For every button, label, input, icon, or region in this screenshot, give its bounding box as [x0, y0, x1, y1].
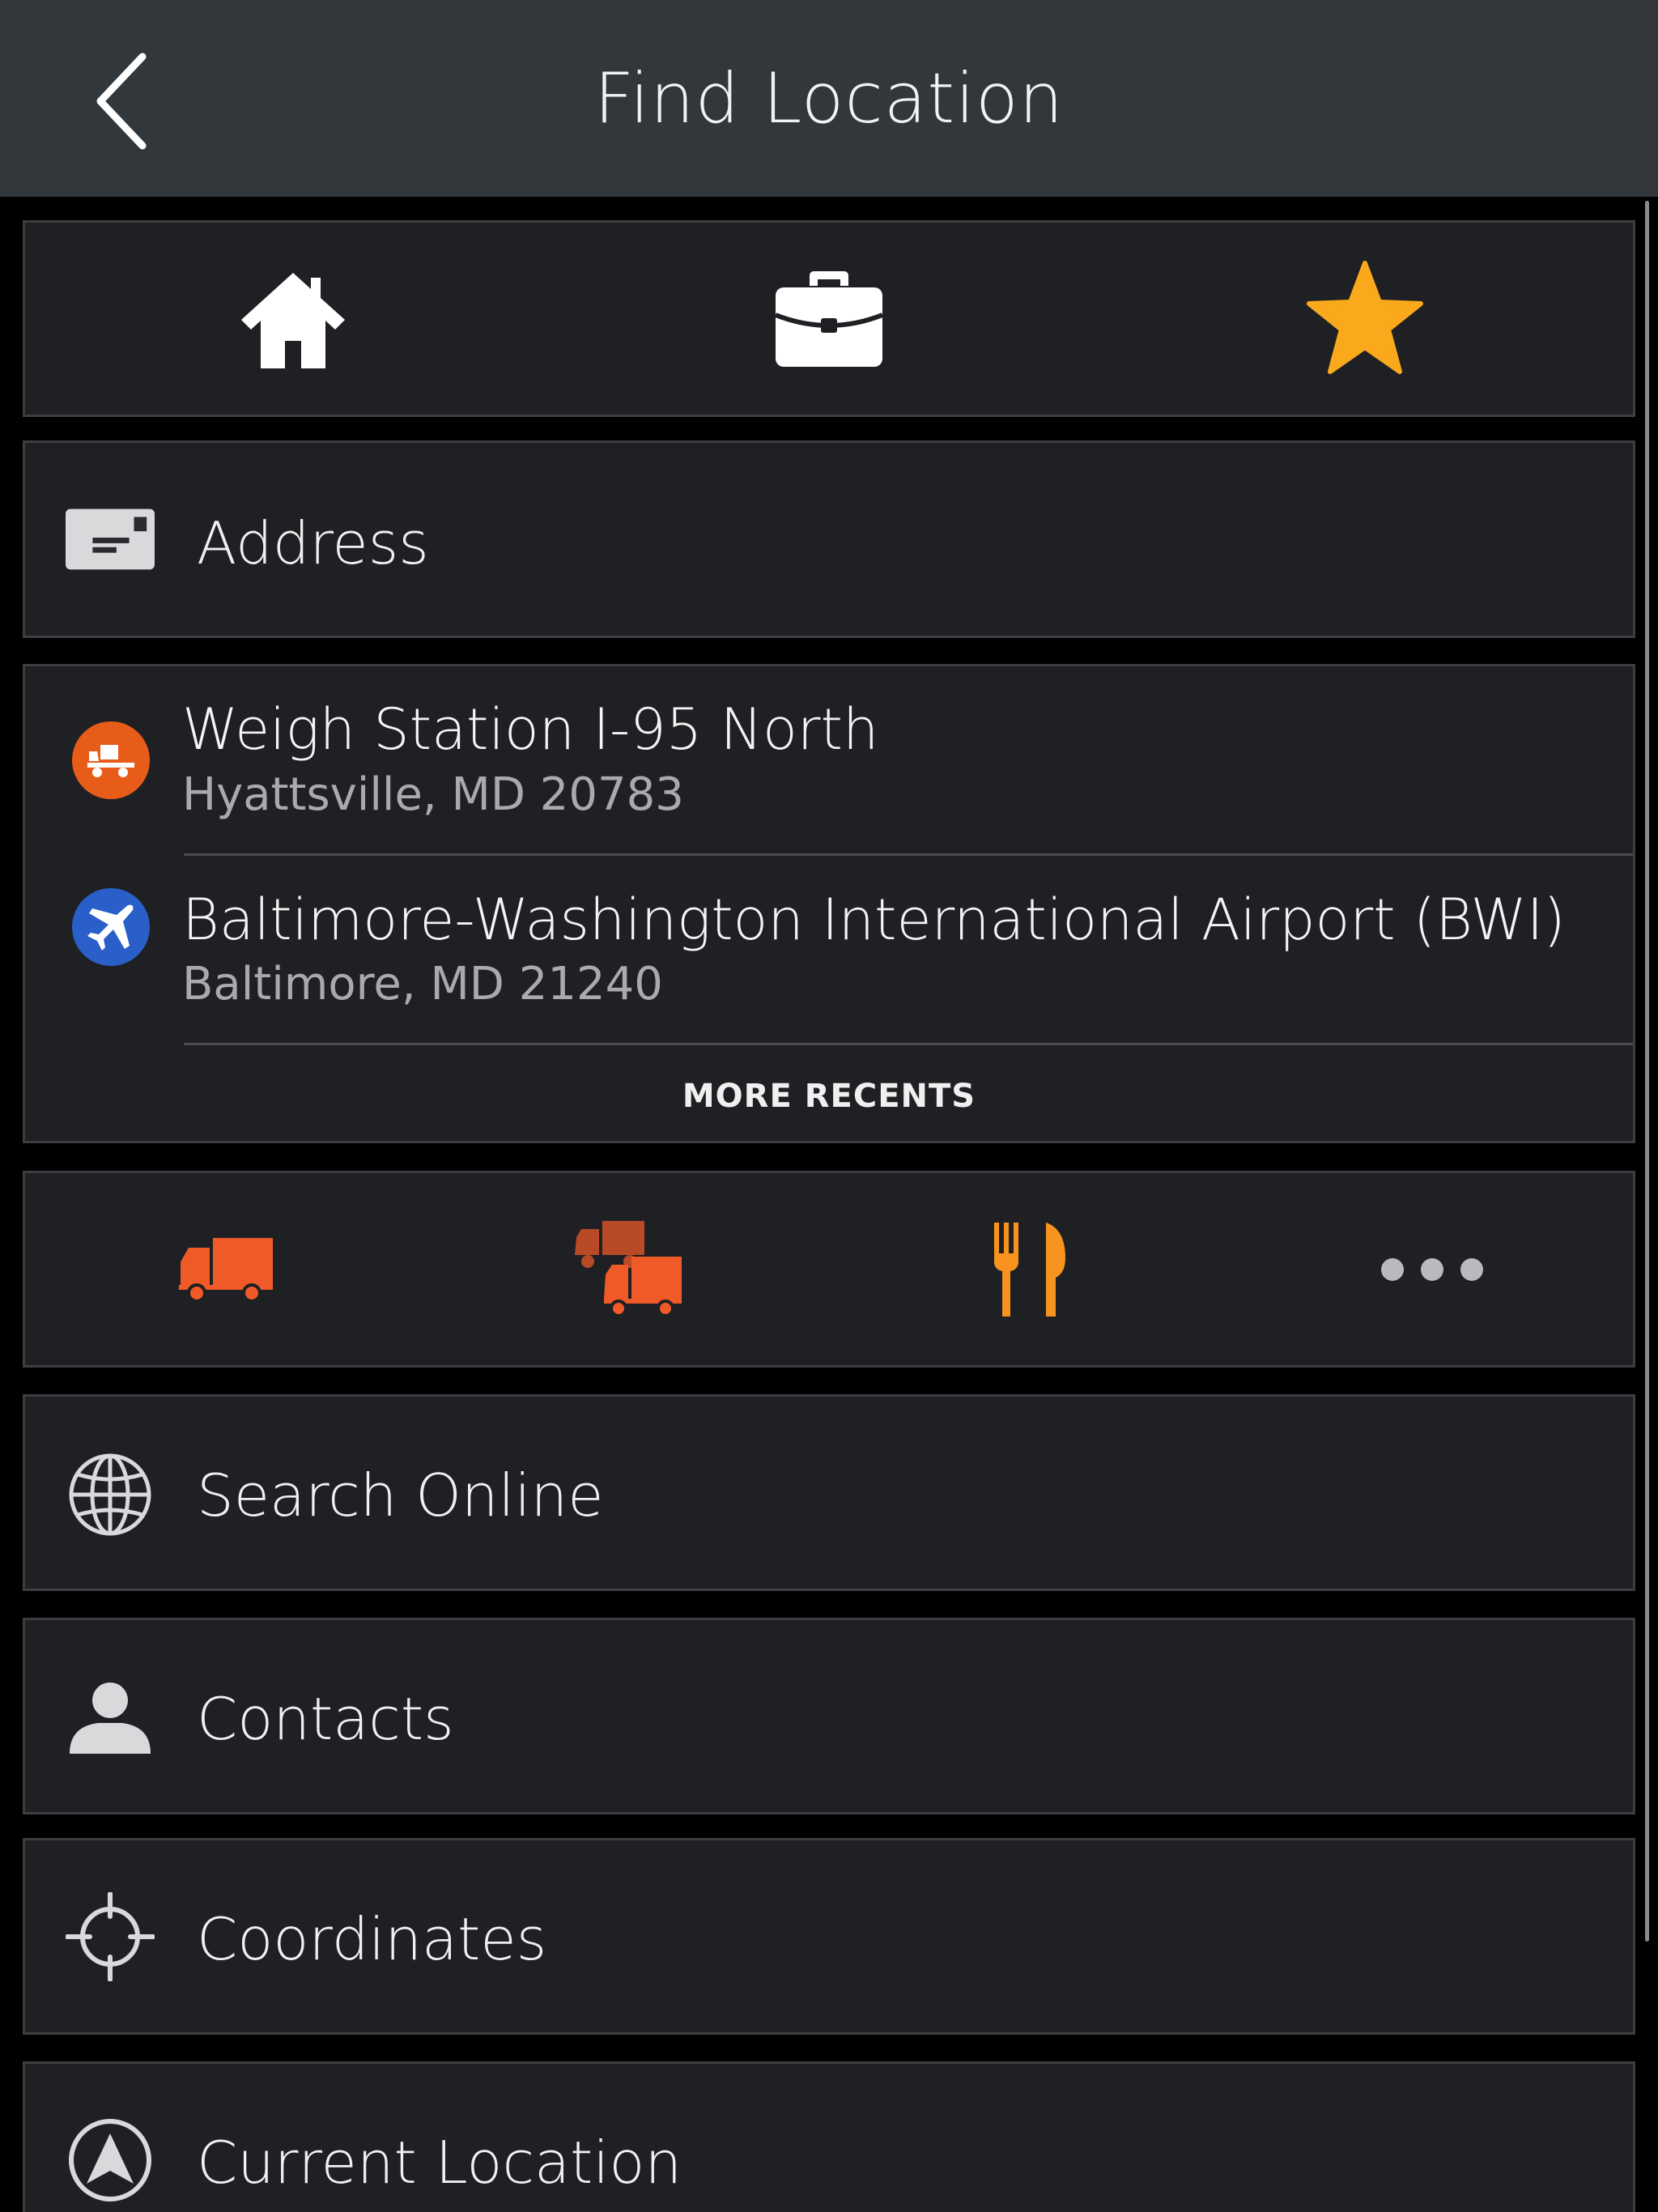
- person-icon: [66, 1672, 155, 1761]
- recents-panel: Weigh Station I-95 North Hyattsville, MD…: [23, 664, 1635, 1143]
- truck-stops-icon: [574, 1220, 682, 1317]
- recent-item-address: Hyattsville, MD 20783: [182, 768, 684, 821]
- home-button[interactable]: [25, 223, 561, 415]
- recent-item-weigh-station[interactable]: Weigh Station I-95 North Hyattsville, MD…: [25, 666, 1633, 856]
- weigh-station-icon: [72, 721, 150, 799]
- recent-item-address: Baltimore, MD 21240: [182, 958, 663, 1010]
- category-shortcuts-panel: [23, 1171, 1635, 1368]
- scrollbar[interactable]: [1645, 201, 1649, 1942]
- crosshair-icon: [66, 1892, 155, 1981]
- current-location-button[interactable]: Current Location: [23, 2061, 1635, 2212]
- truck-stops-category-button[interactable]: [427, 1173, 830, 1365]
- divider: [184, 1043, 1633, 1045]
- work-button[interactable]: [561, 223, 1097, 415]
- address-card-icon: [66, 495, 155, 584]
- contacts-label: Contacts: [197, 1685, 454, 1753]
- recent-item-name: Weigh Station I-95 North: [182, 696, 879, 763]
- current-location-label: Current Location: [197, 2129, 682, 2197]
- more-recents-button[interactable]: MORE RECENTS: [25, 1078, 1633, 1115]
- favorites-button[interactable]: [1097, 223, 1633, 415]
- contacts-button[interactable]: Contacts: [23, 1618, 1635, 1814]
- coordinates-button[interactable]: Coordinates: [23, 1838, 1635, 2035]
- briefcase-icon: [774, 270, 884, 367]
- page-title: Find Location: [593, 58, 1065, 139]
- more-categories-button[interactable]: [1231, 1173, 1634, 1365]
- address-button[interactable]: Address: [23, 440, 1635, 638]
- globe-icon: [66, 1450, 155, 1539]
- trucks-category-button[interactable]: [25, 1173, 427, 1365]
- address-label: Address: [197, 509, 429, 577]
- recent-item-name: Baltimore-Washington International Airpo…: [182, 887, 1566, 953]
- more-icon: [1380, 1257, 1483, 1281]
- home-icon: [241, 272, 345, 368]
- airport-icon: [72, 888, 150, 966]
- food-icon: [994, 1222, 1066, 1317]
- recent-item-airport[interactable]: Baltimore-Washington International Airpo…: [25, 856, 1633, 1045]
- coordinates-label: Coordinates: [197, 1905, 547, 1973]
- search-online-button[interactable]: Search Online: [23, 1394, 1635, 1591]
- quick-access-panel: [23, 220, 1635, 417]
- search-online-label: Search Online: [197, 1461, 604, 1529]
- header-bar: Find Location: [0, 0, 1658, 197]
- truck-icon: [179, 1237, 274, 1303]
- navigation-arrow-icon: [66, 2116, 155, 2205]
- star-icon: [1307, 260, 1423, 374]
- food-category-button[interactable]: [829, 1173, 1231, 1365]
